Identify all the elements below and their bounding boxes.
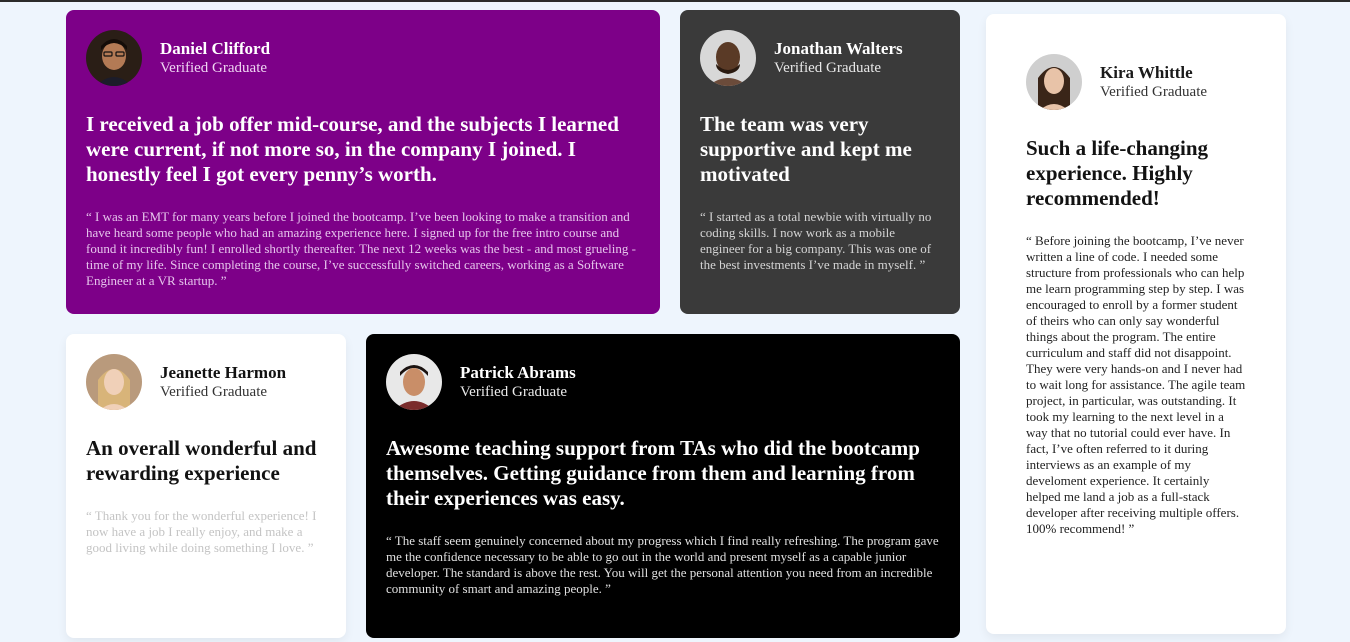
avatar-photo-icon [386, 354, 442, 410]
top-border [0, 0, 1350, 2]
person-name: Daniel Clifford [160, 39, 271, 58]
avatar-photo-icon [86, 354, 142, 410]
avatar-photo-icon [1026, 54, 1082, 110]
testimonial-card-kira: Kira Whittle Verified Graduate Such a li… [986, 14, 1286, 634]
avatar [86, 354, 142, 410]
card-header: Daniel Clifford Verified Graduate [86, 30, 640, 86]
person-status: Verified Graduate [1100, 84, 1208, 100]
testimonial-quote: “ Thank you for the wonderful experience… [86, 508, 317, 555]
person-info: Daniel Clifford Verified Graduate [160, 39, 270, 77]
person-info: Jeanette Harmon Verified Graduate [160, 363, 286, 401]
avatar [86, 30, 142, 86]
avatar [1026, 54, 1082, 110]
card-header: Jeanette Harmon Verified Graduate [86, 354, 326, 410]
person-name: Kira Whittle [1100, 63, 1193, 82]
person-name: Patrick Abrams [460, 363, 576, 382]
card-header: Patrick Abrams Verified Graduate [386, 354, 940, 410]
testimonial-quote: “ Before joining the bootcamp, I’ve neve… [1026, 233, 1246, 536]
person-info: Jonathan Walters Verified Graduate [774, 39, 903, 77]
avatar [386, 354, 442, 410]
person-name: Jeanette Harmon [160, 363, 287, 382]
person-status: Verified Graduate [460, 384, 568, 400]
person-status: Verified Graduate [160, 384, 268, 400]
testimonial-card-patrick: Patrick Abrams Verified Graduate Awesome… [366, 334, 960, 638]
testimonial-headline: Such a life-changing experience. Highly … [1026, 136, 1209, 210]
testimonial-quote: “ I was an EMT for many years before I j… [86, 209, 636, 288]
person-name: Jonathan Walters [774, 39, 903, 58]
testimonial-headline: Awesome teaching support from TAs who di… [386, 436, 920, 510]
testimonial-quote: “ The staff seem genuinely concerned abo… [386, 533, 939, 596]
testimonial-headline: I received a job offer mid-course, and t… [86, 112, 619, 186]
testimonial-quote: “ I started as a total newbie with virtu… [700, 209, 932, 272]
card-header: Jonathan Walters Verified Graduate [700, 30, 940, 86]
person-status: Verified Graduate [774, 60, 882, 76]
person-status: Verified Graduate [160, 60, 268, 76]
person-info: Kira Whittle Verified Graduate [1100, 63, 1207, 101]
avatar-photo-icon [700, 30, 756, 86]
card-header: Kira Whittle Verified Graduate [1026, 54, 1246, 110]
testimonial-card-jeanette: Jeanette Harmon Verified Graduate An ove… [66, 334, 346, 638]
person-info: Patrick Abrams Verified Graduate [460, 363, 576, 401]
testimonial-card-jonathan: Jonathan Walters Verified Graduate The t… [680, 10, 960, 314]
avatar [700, 30, 756, 86]
avatar-photo-icon [86, 30, 142, 86]
testimonial-headline: The team was very supportive and kept me… [700, 112, 912, 186]
testimonial-card-daniel: Daniel Clifford Verified Graduate I rece… [66, 10, 660, 314]
testimonial-headline: An overall wonderful and rewarding exper… [86, 436, 317, 485]
